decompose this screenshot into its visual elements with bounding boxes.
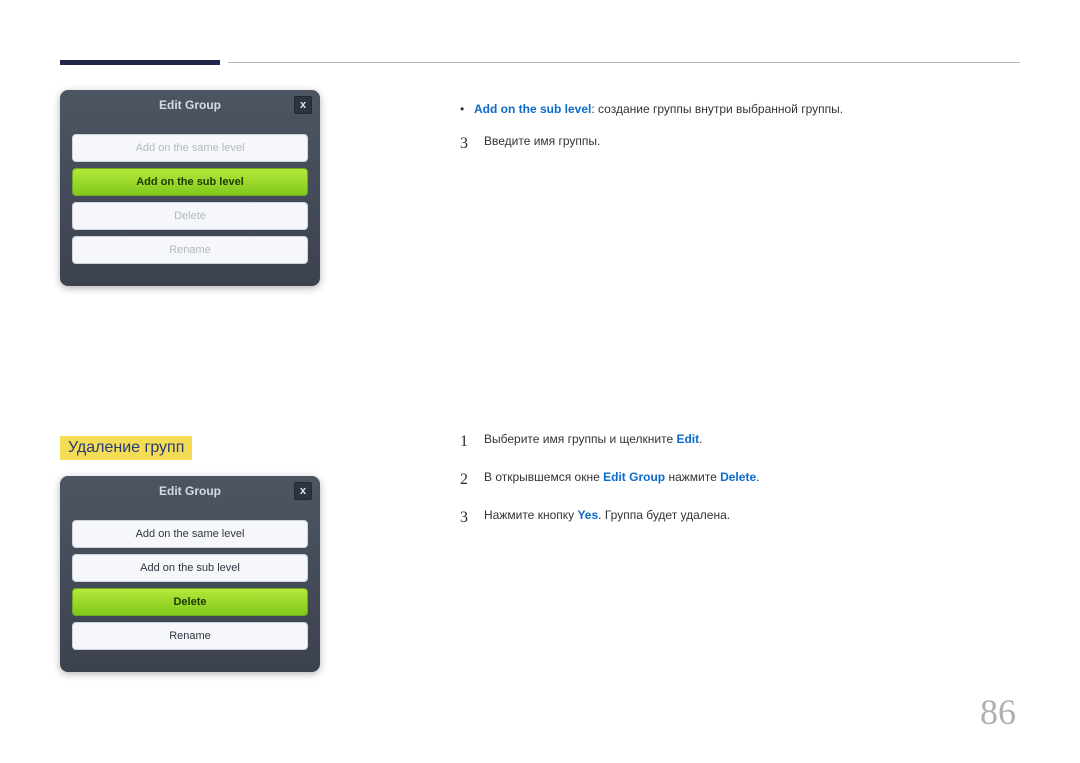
close-icon[interactable]: x [294,96,312,114]
left-column: Edit Group x Add on the same level Add o… [60,90,400,712]
section-heading-delete-groups: Удаление групп [60,436,192,460]
add-sub-level-button[interactable]: Add on the sub level [72,554,308,582]
bullet-icon: • [460,100,474,118]
t: Выберите имя группы и щелкните [484,432,676,446]
close-glyph: x [300,99,306,111]
header-rule [228,62,1020,63]
step-text: Выберите имя группы и щелкните Edit. [484,430,702,454]
page-content: Edit Group x Add on the same level Add o… [60,90,1020,712]
rest: : создание группы внутри выбранной групп… [591,102,843,116]
edit-group-dialog-1: Edit Group x Add on the same level Add o… [60,90,320,286]
dialog-header: Edit Group x [60,90,320,120]
step-text: Введите имя группы. [484,132,600,156]
t: . Группа будет удалена. [598,508,730,522]
rename-button[interactable]: Rename [72,622,308,650]
dialog-title: Edit Group [159,484,221,498]
t: Нажмите кнопку [484,508,577,522]
t: . [756,470,759,484]
add-same-level-button[interactable]: Add on the same level [72,520,308,548]
term: Edit [676,432,699,446]
bullet-add-sub-level: • Add on the sub level: создание группы … [460,100,1020,118]
term: Edit Group [603,470,665,484]
rename-button[interactable]: Rename [72,236,308,264]
step-number: 1 [460,430,484,454]
t: нажмите [665,470,720,484]
delete-button[interactable]: Delete [72,202,308,230]
step-3-confirm-yes: 3 Нажмите кнопку Yes. Группа будет удале… [460,506,1020,530]
step-2-click-delete: 2 В открывшемся окне Edit Group нажмите … [460,468,1020,492]
add-sub-level-button[interactable]: Add on the sub level [72,168,308,196]
step-3-enter-name: 3 Введите имя группы. [460,132,1020,156]
page-number: 86 [980,691,1016,733]
dialog-body: Add on the same level Add on the sub lev… [60,506,320,658]
step-number: 3 [460,132,484,156]
delete-button[interactable]: Delete [72,588,308,616]
step-text: Нажмите кнопку Yes. Группа будет удалена… [484,506,730,530]
step-text: В открывшемся окне Edit Group нажмите De… [484,468,759,492]
term: Yes [577,508,598,522]
header-rule-accent [60,60,220,65]
dialog-header: Edit Group x [60,476,320,506]
term: Add on the sub level [474,102,591,116]
close-icon[interactable]: x [294,482,312,500]
right-column: • Add on the sub level: создание группы … [460,90,1020,712]
bullet-text: Add on the sub level: создание группы вн… [474,100,843,118]
term: Delete [720,470,756,484]
edit-group-dialog-2: Edit Group x Add on the same level Add o… [60,476,320,672]
close-glyph: x [300,485,306,497]
dialog-body: Add on the same level Add on the sub lev… [60,120,320,272]
step-1-select-edit: 1 Выберите имя группы и щелкните Edit. [460,430,1020,454]
step-number: 3 [460,506,484,530]
step-number: 2 [460,468,484,492]
t: . [699,432,702,446]
t: В открывшемся окне [484,470,603,484]
dialog-title: Edit Group [159,98,221,112]
add-same-level-button[interactable]: Add on the same level [72,134,308,162]
